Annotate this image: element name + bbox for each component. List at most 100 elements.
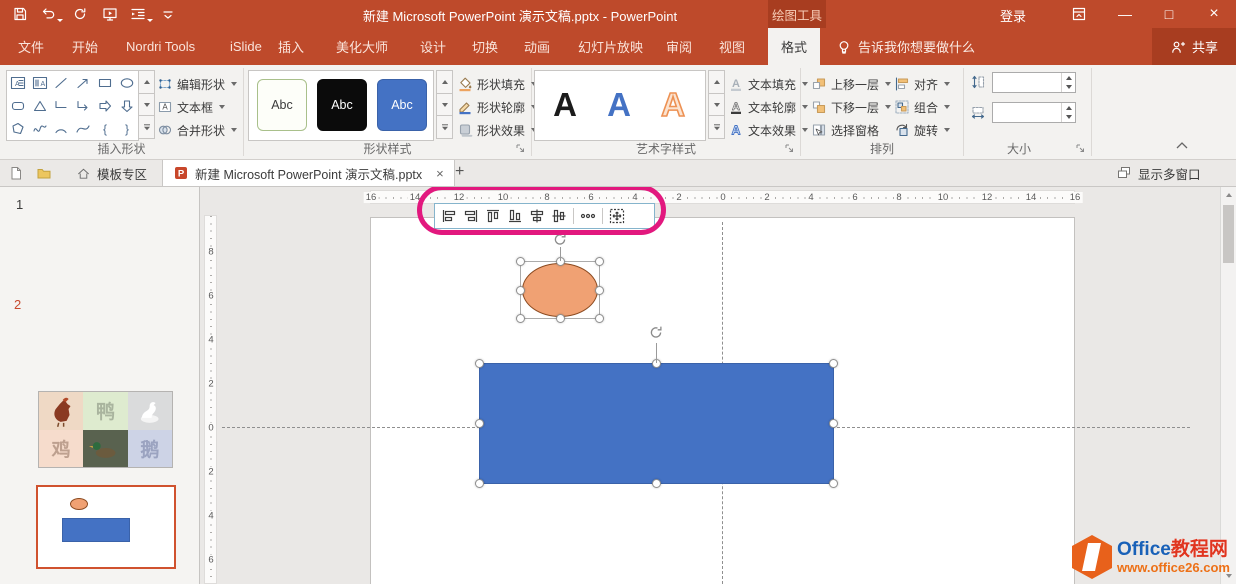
customize-qat-icon[interactable] [160, 6, 178, 22]
elbow-connector-shape-icon[interactable] [51, 94, 73, 117]
arc-shape-icon[interactable] [51, 117, 73, 140]
gallery-more-icon[interactable] [138, 116, 155, 139]
close-button[interactable]: × [1192, 0, 1236, 28]
shape-styles-scrollbar[interactable] [436, 70, 453, 139]
menu-tab-2[interactable]: Nordri Tools [122, 28, 199, 65]
quick-command-icon[interactable] [130, 6, 148, 22]
merge-shapes-button[interactable]: 合并形状 [157, 119, 237, 141]
arrow-down-shape-icon[interactable] [116, 94, 138, 117]
shape-styles-dialog-launcher-icon[interactable] [515, 143, 527, 155]
minimize-button[interactable]: — [1104, 0, 1146, 28]
show-multiple-windows-button[interactable]: 显示多窗口 [1106, 160, 1211, 186]
selection-handle-sw[interactable] [475, 479, 484, 488]
menu-tab-4[interactable]: 插入 [274, 28, 308, 65]
shape-style-swatch-2[interactable]: Abc [317, 79, 367, 131]
sign-in-button[interactable]: 登录 [1000, 6, 1026, 25]
tab-template-zone[interactable]: 模板专区 [66, 160, 157, 186]
styles-up-icon[interactable] [436, 70, 453, 94]
slide-2-thumbnail[interactable] [36, 485, 176, 569]
selection-handle-ne[interactable] [829, 359, 838, 368]
wordart-scrollbar[interactable] [708, 70, 725, 139]
open-folder-icon[interactable] [36, 165, 52, 181]
tab-current-file[interactable]: P 新建 Microsoft PowerPoint 演示文稿.pptx × [162, 160, 455, 186]
scroll-up-icon[interactable] [1225, 192, 1233, 198]
menu-tab-6[interactable]: 设计 [416, 28, 450, 65]
tab-format-active[interactable]: 格式 [768, 28, 820, 65]
height-down-icon[interactable] [1062, 83, 1075, 93]
maximize-button[interactable]: □ [1148, 0, 1190, 28]
rotate-button[interactable]: 旋转 [894, 119, 950, 141]
selection-handle-sw[interactable] [516, 314, 525, 323]
shape-effects-button[interactable]: 形状效果 [457, 119, 537, 141]
shape-style-swatch-1[interactable]: Abc [257, 79, 307, 131]
close-tab-icon[interactable]: × [436, 166, 444, 181]
arrow-right-shape-icon[interactable] [94, 94, 116, 117]
group-button[interactable]: 组合 [894, 96, 950, 118]
rectangle-shape-icon[interactable] [94, 71, 116, 94]
curve-shape-icon[interactable] [72, 117, 94, 140]
textbox-vertical-shape-icon[interactable]: A [29, 71, 51, 94]
gallery-down-icon[interactable] [138, 94, 155, 117]
selection-handle-s[interactable] [652, 479, 661, 488]
menu-tab-5[interactable]: 美化大师 [332, 28, 392, 65]
text-effects-button[interactable]: A文本效果 [728, 119, 808, 141]
shape-height-input[interactable] [993, 73, 1061, 92]
wordart-more-icon[interactable] [708, 116, 725, 139]
undo-icon[interactable] [40, 6, 58, 22]
slide-1-thumbnail[interactable]: 鸭鸡鹅 [38, 391, 173, 468]
scribble-shape-icon[interactable] [29, 117, 51, 140]
selection-handle-nw[interactable] [516, 257, 525, 266]
vertical-ruler[interactable]: 86420246 [204, 215, 217, 584]
tell-me-box[interactable]: 告诉我你想要做什么 [836, 28, 975, 65]
slide-editing-canvas[interactable]: 1614121086420246810121416 86420246 [200, 187, 1220, 584]
arrow-shape-icon[interactable] [72, 71, 94, 94]
wordart-style-1[interactable]: A [543, 77, 587, 133]
height-up-icon[interactable] [1062, 73, 1075, 83]
line-shape-icon[interactable] [51, 71, 73, 94]
brace-left-shape-icon[interactable]: { [94, 117, 116, 140]
wordart-dialog-launcher-icon[interactable] [784, 143, 796, 155]
shape-gallery-scrollbar[interactable] [138, 70, 155, 139]
selection-handle-se[interactable] [829, 479, 838, 488]
rounded-rectangle-shape-icon[interactable] [7, 94, 29, 117]
selection-handle-ne[interactable] [595, 257, 604, 266]
styles-down-icon[interactable] [436, 94, 453, 117]
oval-selection-box[interactable] [520, 261, 600, 319]
shape-width-spinner[interactable] [992, 102, 1076, 123]
selection-pane-button[interactable]: 选择窗格 [811, 119, 879, 141]
scrollbar-thumb[interactable] [1223, 205, 1234, 263]
selection-handle-e[interactable] [595, 286, 604, 295]
share-button[interactable]: 共享 [1152, 28, 1236, 65]
wordart-up-icon[interactable] [708, 70, 725, 94]
freeform-shape-icon[interactable] [7, 117, 29, 140]
selection-handle-w[interactable] [516, 286, 525, 295]
edit-shape-button[interactable]: 编辑形状 [157, 73, 237, 95]
wordart-down-icon[interactable] [708, 94, 725, 117]
quick-command-dropdown-icon[interactable] [147, 19, 153, 22]
selection-handle-w[interactable] [475, 419, 484, 428]
shape-outline-button[interactable]: 形状轮廓 [457, 96, 537, 118]
redo-icon[interactable] [72, 6, 90, 22]
selection-handle-e[interactable] [829, 419, 838, 428]
menu-tab-11[interactable]: 视图 [715, 28, 749, 65]
selection-handle-se[interactable] [595, 314, 604, 323]
rectangle-shape[interactable] [479, 363, 834, 484]
shape-fill-button[interactable]: 形状填充 [457, 73, 537, 95]
brace-right-shape-icon[interactable]: } [116, 117, 138, 140]
menu-tab-3[interactable]: iSlide [226, 28, 266, 65]
menu-tab-9[interactable]: 幻灯片放映 [574, 28, 647, 65]
styles-more-icon[interactable] [436, 116, 453, 139]
gallery-up-icon[interactable] [138, 70, 155, 94]
text-box-button[interactable]: A文本框 [157, 96, 225, 118]
collapse-ribbon-icon[interactable] [1176, 141, 1188, 149]
bring-forward-button[interactable]: 上移一层 [811, 73, 891, 95]
menu-tab-10[interactable]: 审阅 [662, 28, 696, 65]
rect-rotate-handle-icon[interactable] [648, 324, 664, 340]
shape-width-input[interactable] [993, 103, 1061, 122]
wordart-style-3[interactable]: A [651, 77, 695, 133]
text-fill-button[interactable]: A文本填充 [728, 73, 808, 95]
align-button[interactable]: 对齐 [894, 73, 950, 95]
menu-tab-7[interactable]: 切换 [468, 28, 502, 65]
oval-shape-icon[interactable] [116, 71, 138, 94]
menu-tab-0[interactable]: 文件 [14, 28, 48, 65]
